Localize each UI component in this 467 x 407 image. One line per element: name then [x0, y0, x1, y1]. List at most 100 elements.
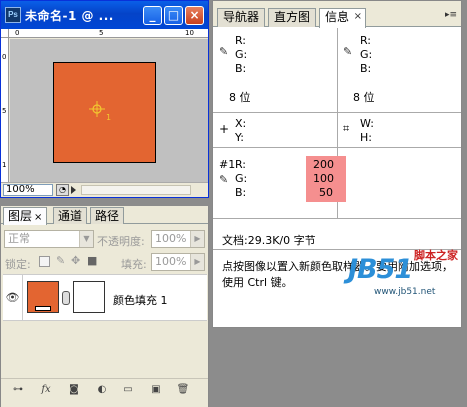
ruler-label: 10 [185, 29, 194, 37]
tab-channels[interactable]: 通道 [53, 207, 88, 224]
info-g-label: G: [360, 48, 373, 61]
lock-label: 锁定: [5, 258, 31, 271]
blend-row: 正常 ▼ 不透明度: 100% ▶ [1, 228, 208, 250]
sampler-id: #1 [219, 158, 236, 171]
tab-navigator[interactable]: 导航器 [217, 8, 266, 27]
horizontal-ruler[interactable]: 0 5 10 [9, 29, 208, 38]
eye-icon[interactable]: 👁 [3, 275, 23, 320]
layers-panel: 图层 × 通道 路径 正常 ▼ 不透明度: 100% ▶ 锁定: ✎ ✥ ■ 填充… [0, 206, 209, 407]
tab-paths[interactable]: 路径 [90, 207, 125, 224]
sampler-number: 1 [106, 113, 112, 122]
maximize-button[interactable]: □ [164, 6, 183, 25]
lock-move-icon[interactable]: ✥ [71, 254, 80, 267]
eyedropper-icon[interactable]: ✎ [219, 173, 228, 186]
tab-layers[interactable]: 图层 × [3, 207, 48, 225]
panel-menu-icon[interactable]: ▸≡ [445, 10, 457, 20]
document-window: Ps 未命名-1 @ ... _ □ × 0 5 10 0 5 1 1 100%… [0, 0, 209, 198]
ruler-label: 0 [15, 29, 20, 37]
folder-icon[interactable]: ▭ [121, 384, 135, 396]
eyedropper-icon[interactable]: ✎ [219, 45, 228, 58]
opacity-label: 不透明度: [97, 235, 145, 248]
chevron-right-icon: ▶ [190, 254, 204, 270]
fill-value: 100% [155, 255, 187, 268]
eyedropper-icon[interactable]: ✎ [343, 45, 352, 58]
ruler-corner[interactable] [1, 29, 9, 38]
blend-mode-select[interactable]: 正常 ▼ [4, 230, 94, 248]
canvas-area[interactable]: 1 [10, 39, 208, 182]
info-b-label: B: [235, 62, 247, 75]
lock-row: 锁定: ✎ ✥ ■ 填充: 100% ▶ [1, 251, 208, 273]
canvas[interactable]: 1 [53, 62, 156, 163]
ruler-label: 5 [99, 29, 104, 37]
info-b-label: B: [360, 62, 372, 75]
lock-all-icon[interactable]: ■ [87, 254, 97, 267]
opacity-value: 100% [155, 232, 187, 245]
info-r-label: R: [360, 34, 372, 47]
blend-mode-value: 正常 [8, 232, 30, 245]
new-layer-icon[interactable]: ▣ [149, 384, 163, 396]
info-x-label: X: [235, 117, 247, 130]
tab-label: 信息 [325, 10, 350, 24]
ruler-label: 5 [2, 107, 7, 115]
minimize-button[interactable]: _ [143, 6, 162, 25]
sampler-g-label: G: [235, 172, 248, 185]
info-r-label: R: [235, 34, 247, 47]
info-y-label: Y: [235, 131, 244, 144]
document-title: 未命名-1 @ ... [25, 9, 114, 23]
layer-mask-thumbnail[interactable] [73, 281, 105, 313]
chevron-down-icon: ▼ [79, 231, 93, 247]
info-h-label: H: [360, 131, 372, 144]
document-size: 文档:29.3K/0 字节 [222, 234, 316, 247]
divider [337, 28, 338, 112]
opacity-field[interactable]: 100% ▶ [151, 230, 205, 248]
selection-size-icon: ⌗ [343, 122, 350, 135]
chevron-right-icon: ▶ [190, 231, 204, 247]
horizontal-scrollbar[interactable] [81, 185, 191, 195]
zoom-field[interactable]: 100% [3, 184, 53, 196]
close-icon[interactable]: × [354, 8, 362, 25]
fx-icon[interactable]: fx [39, 384, 53, 396]
document-title-bar[interactable]: Ps 未命名-1 @ ... _ □ × [1, 1, 208, 29]
sampler-b-label: B: [235, 186, 247, 199]
chain-link-icon[interactable] [62, 291, 70, 305]
play-arrow-icon[interactable] [71, 186, 76, 194]
ruler-label: 0 [2, 53, 7, 61]
trash-icon[interactable]: 🗑 [176, 384, 190, 396]
status-bar: 100% ◔ [1, 182, 208, 197]
fill-field[interactable]: 100% ▶ [151, 253, 205, 271]
tab-info[interactable]: 信息 × [319, 8, 366, 28]
lock-paint-icon[interactable]: ✎ [56, 254, 65, 267]
fill-indicator-icon [35, 306, 51, 311]
sampler-g-value: 100 [313, 172, 334, 185]
mask-icon[interactable]: ◙ [67, 384, 81, 396]
bit-depth-left: 8 位 [229, 91, 251, 104]
info-w-label: W: [360, 117, 374, 130]
status-menu-icon[interactable]: ◔ [56, 184, 69, 196]
bit-depth-right: 8 位 [353, 91, 375, 104]
sampler-r-value: 200 [313, 158, 334, 171]
close-icon[interactable]: × [34, 212, 42, 223]
divider [337, 113, 338, 147]
adjustment-icon[interactable]: ◐ [95, 384, 109, 396]
layer-fill-thumbnail[interactable] [27, 281, 59, 313]
color-sampler-icon[interactable] [88, 100, 118, 122]
watermark-logo: JB51 [348, 254, 413, 285]
layer-row[interactable]: 👁 颜色填充 1 [3, 274, 207, 321]
fill-label: 填充: [121, 258, 147, 271]
divider [213, 218, 461, 219]
watermark: JB51 脚本之家 www.jb51.net [348, 250, 466, 302]
lock-transparent-icon[interactable] [39, 256, 50, 267]
watermark-url: www.jb51.net [374, 287, 436, 297]
watermark-cn: 脚本之家 [414, 249, 458, 262]
tab-histogram[interactable]: 直方图 [268, 8, 317, 27]
close-button[interactable]: × [185, 6, 204, 25]
tab-label: 图层 [8, 209, 33, 223]
info-tab-bar: 导航器 直方图 信息 × ▸≡ [213, 1, 461, 28]
vertical-ruler[interactable]: 0 5 1 [1, 38, 9, 182]
layer-name: 颜色填充 1 [113, 294, 168, 307]
info-g-label: G: [235, 48, 248, 61]
ruler-label: 1 [2, 161, 7, 169]
layers-tab-bar: 图层 × 通道 路径 [1, 206, 208, 225]
link-icon[interactable]: ⊶ [11, 384, 25, 396]
sampler-b-value: 50 [319, 186, 333, 199]
